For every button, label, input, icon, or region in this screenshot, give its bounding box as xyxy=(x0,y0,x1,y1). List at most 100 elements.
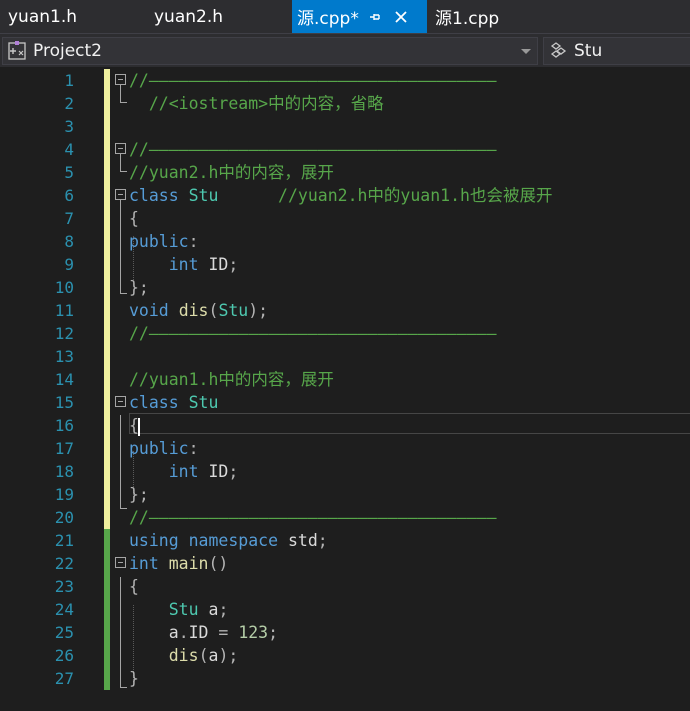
line-number: 15 xyxy=(54,393,74,412)
change-marker-unsaved xyxy=(104,299,110,322)
change-marker-unsaved xyxy=(104,138,110,161)
comment: //yuan2.h中的内容，展开 xyxy=(129,163,334,182)
punctuation: }; xyxy=(129,278,149,297)
code-line: 25 a.ID = 123; xyxy=(0,621,690,644)
change-marker-unsaved xyxy=(104,69,110,92)
punctuation: . xyxy=(178,623,189,642)
change-marker-unsaved xyxy=(104,92,110,115)
comment: //——————————————————————————————————— xyxy=(129,508,497,527)
comment: //<iostream>中的内容，省略 xyxy=(129,94,384,113)
punctuation: ); xyxy=(218,646,239,665)
keyword: namespace xyxy=(188,531,279,550)
document-tab-strip: yuan1.h yuan2.h 源.cpp* 源1.cpp xyxy=(0,0,690,33)
comment: //——————————————————————————————————— xyxy=(129,71,497,90)
punctuation: { xyxy=(129,209,139,228)
tab-yuan1-h[interactable]: yuan1.h xyxy=(8,0,77,33)
change-marker-unsaved xyxy=(104,414,110,437)
line-number: 19 xyxy=(54,485,74,504)
change-marker-unsaved xyxy=(104,276,110,299)
line-number: 2 xyxy=(64,94,74,113)
tab-label: yuan2.h xyxy=(154,6,224,27)
line-number: 18 xyxy=(54,462,74,481)
line-number: 11 xyxy=(54,301,74,320)
punctuation: ( xyxy=(208,301,219,320)
keyword: void xyxy=(129,301,169,320)
punctuation: ( xyxy=(198,646,209,665)
change-marker-unsaved xyxy=(104,483,110,506)
change-marker-unsaved xyxy=(104,115,110,138)
change-marker-unsaved xyxy=(104,506,110,529)
punctuation: ; xyxy=(228,462,239,481)
line-number: 27 xyxy=(54,669,74,688)
close-icon[interactable] xyxy=(391,7,411,27)
comment: //yuan1.h中的内容，展开 xyxy=(129,370,334,389)
code-line: 22 int main() xyxy=(0,552,690,575)
keyword: public xyxy=(129,439,189,458)
code-line: 17 public: xyxy=(0,437,690,460)
collapse-icon[interactable] xyxy=(115,396,126,407)
line-number: 1 xyxy=(64,71,74,90)
code-editor[interactable]: 1 //——————————————————————————————————— … xyxy=(0,67,690,711)
function-name: dis xyxy=(168,646,199,665)
tab-yuan1-cpp[interactable]: 源1.cpp xyxy=(435,0,499,33)
code-line: 1 //——————————————————————————————————— xyxy=(0,69,690,92)
punctuation: ; xyxy=(268,623,279,642)
number-literal: 123 xyxy=(238,623,269,642)
collapse-icon[interactable] xyxy=(115,143,126,154)
scope-name: Stu xyxy=(574,41,603,61)
code-line: 19 }; xyxy=(0,483,690,506)
identifier: ID xyxy=(208,255,229,274)
identifier: ID xyxy=(188,623,209,642)
change-marker-unsaved xyxy=(104,368,110,391)
line-number: 25 xyxy=(54,623,74,642)
keyword: int xyxy=(129,554,159,573)
keyword: public xyxy=(129,232,189,251)
navigation-bar: Project2 Stu xyxy=(0,33,690,67)
code-line: 10 }; xyxy=(0,276,690,299)
change-marker-saved xyxy=(104,667,110,690)
tab-yuan-cpp[interactable]: 源.cpp* xyxy=(292,0,427,33)
line-number: 23 xyxy=(54,577,74,596)
comment: //——————————————————————————————————— xyxy=(129,140,497,159)
identifier: ID xyxy=(208,462,229,481)
scope-dropdown[interactable]: Stu xyxy=(543,37,690,65)
punctuation: ); xyxy=(248,301,269,320)
function-name: dis xyxy=(178,301,209,320)
code-line: 21 using namespace std; xyxy=(0,529,690,552)
change-marker-unsaved xyxy=(104,345,110,368)
type-name: Stu xyxy=(168,600,199,619)
type-name: Stu xyxy=(218,301,249,320)
comment: //yuan2.h中的yuan1.h也会被展开 xyxy=(278,186,553,205)
change-marker-unsaved xyxy=(104,437,110,460)
keyword: int xyxy=(168,462,199,481)
tab-label: yuan1.h xyxy=(8,6,78,27)
code-line: 7 { xyxy=(0,207,690,230)
collapse-icon[interactable] xyxy=(115,557,126,568)
keyword: using xyxy=(129,531,179,550)
tab-yuan2-h[interactable]: yuan2.h xyxy=(154,0,223,33)
punctuation: : xyxy=(188,439,199,458)
keyword: int xyxy=(168,255,199,274)
line-number: 14 xyxy=(54,370,74,389)
code-line: 16 { xyxy=(0,414,690,437)
pin-icon[interactable] xyxy=(365,7,385,27)
punctuation: ; xyxy=(317,531,328,550)
change-marker-saved xyxy=(104,598,110,621)
line-number: 8 xyxy=(64,232,74,251)
code-line: 2 //<iostream>中的内容，省略 xyxy=(0,92,690,115)
collapse-icon[interactable] xyxy=(115,189,126,200)
function-name: main xyxy=(168,554,209,573)
project-icon xyxy=(7,40,29,62)
punctuation: }; xyxy=(129,485,149,504)
collapse-icon[interactable] xyxy=(115,74,126,85)
punctuation: () xyxy=(208,554,229,573)
change-marker-saved xyxy=(104,575,110,598)
code-line: 20 //——————————————————————————————————— xyxy=(0,506,690,529)
change-marker-unsaved xyxy=(104,322,110,345)
code-line: 26 dis(a); xyxy=(0,644,690,667)
line-number: 5 xyxy=(64,163,74,182)
code-line: 27 } xyxy=(0,667,690,690)
project-dropdown[interactable]: Project2 xyxy=(2,37,538,65)
code-line: 12 //——————————————————————————————————— xyxy=(0,322,690,345)
change-marker-unsaved xyxy=(104,391,110,414)
